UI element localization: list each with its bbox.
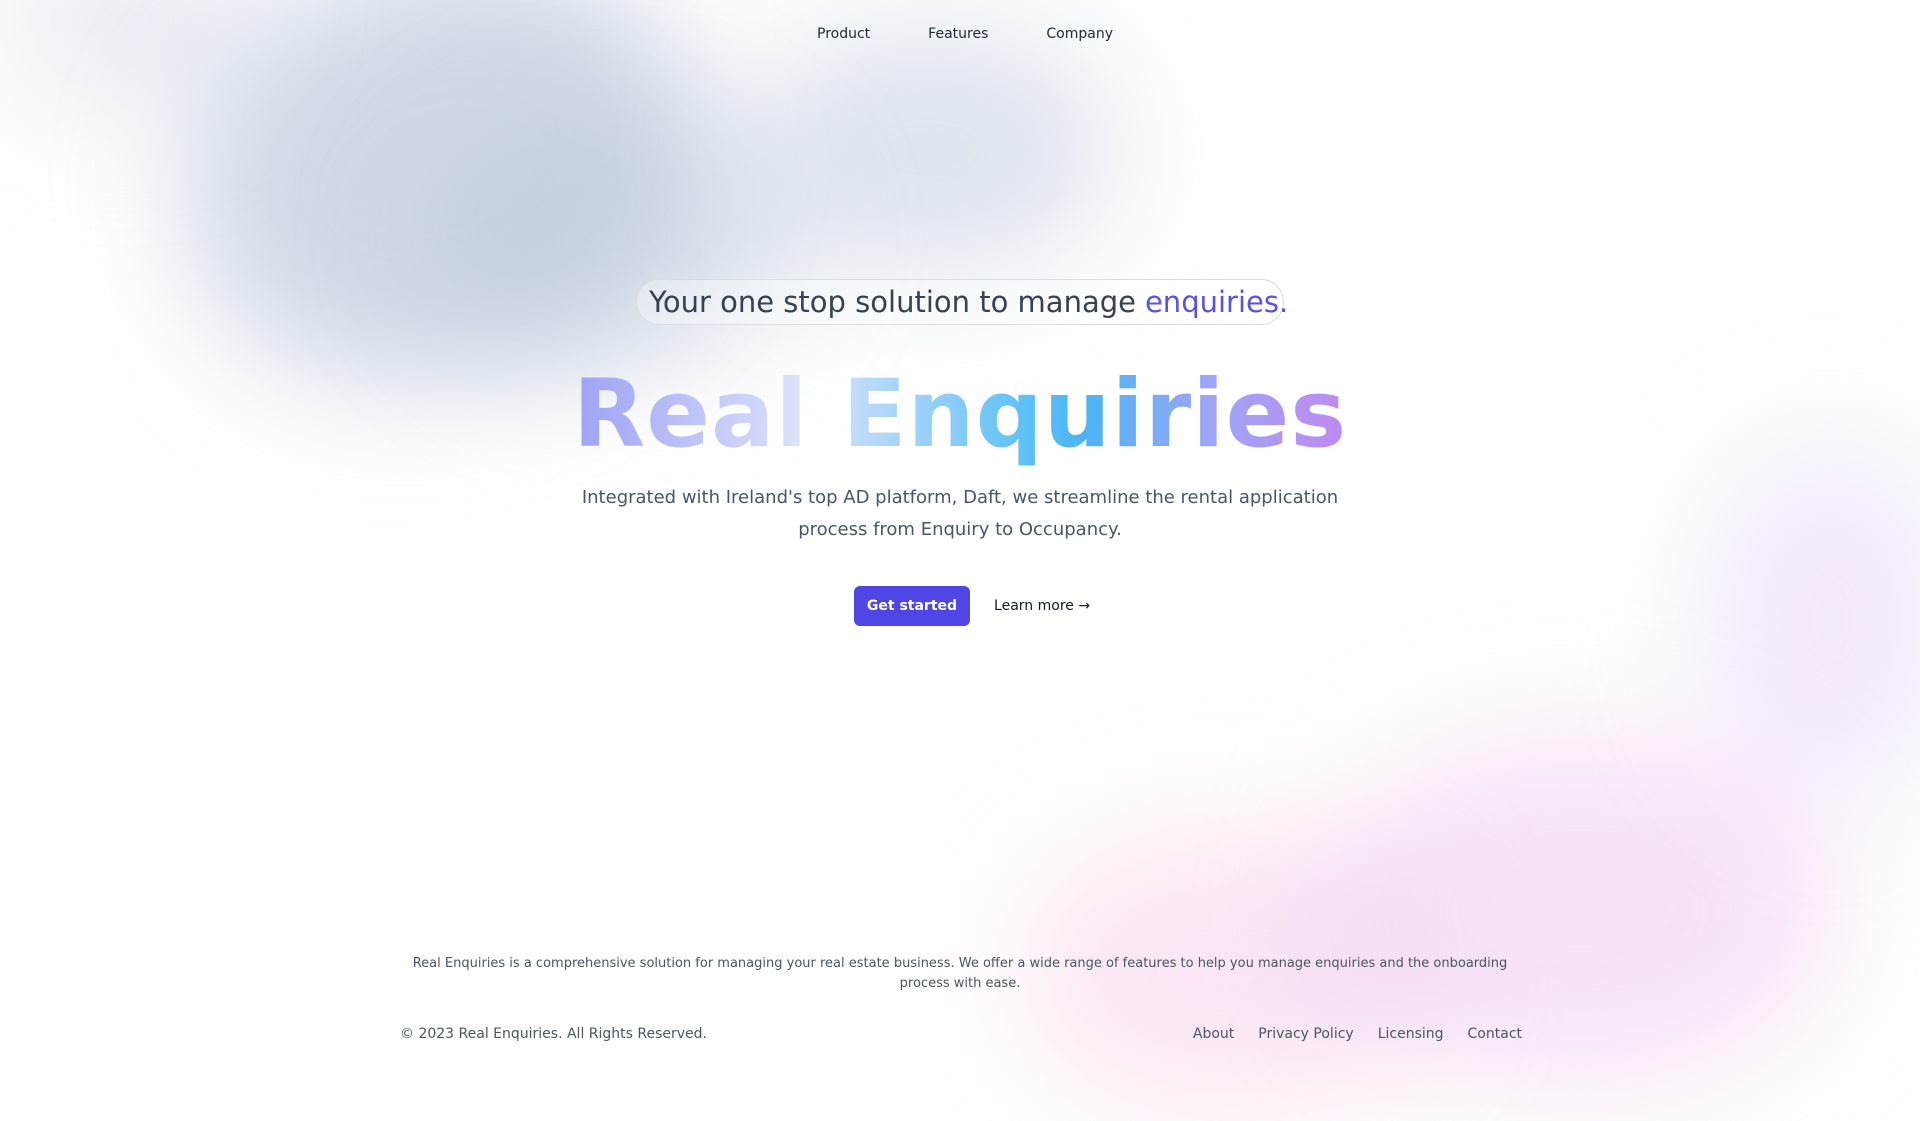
- footer-links: About Privacy Policy Licensing Contact: [1193, 1026, 1522, 1042]
- background-blur: [420, 110, 800, 370]
- hero-subtitle: Integrated with Ireland's top AD platfor…: [581, 487, 1339, 540]
- footer-link-about[interactable]: About: [1193, 1026, 1234, 1042]
- tagline-pill: Your one stop solution to manage enquiri…: [636, 279, 1288, 325]
- nav-item-features[interactable]: Features: [918, 26, 988, 42]
- nav-item-product[interactable]: Product: [807, 26, 870, 42]
- hero-title: Real Enquiries: [0, 355, 1920, 475]
- footer-link-privacy-policy[interactable]: Privacy Policy: [1258, 1026, 1353, 1042]
- footer-link-contact[interactable]: Contact: [1468, 1026, 1522, 1042]
- top-nav: Product Features Company: [0, 26, 1920, 42]
- background-blur: [740, 20, 1120, 280]
- hero-title-text: Real Enquiries: [572, 360, 1348, 469]
- copyright: © 2023 Real Enquiries. All Rights Reserv…: [400, 1026, 708, 1042]
- learn-more-link[interactable]: Learn more →: [994, 598, 1090, 614]
- nav-item-company[interactable]: Company: [1036, 26, 1113, 42]
- tagline-text: Your one stop solution to manage: [649, 285, 1136, 319]
- footer-description: Real Enquiries is a comprehensive soluti…: [412, 956, 1508, 991]
- get-started-button[interactable]: Get started: [853, 586, 971, 626]
- footer-link-licensing[interactable]: Licensing: [1378, 1026, 1444, 1042]
- footer-bottom: © 2023 Real Enquiries. All Rights Reserv…: [400, 1026, 1522, 1042]
- cta-row: Get started Learn more →: [0, 586, 1920, 626]
- tagline-accent: enquiries.: [1144, 285, 1289, 319]
- background-blur: [0, 0, 260, 120]
- landing-page: Product Features Company Your one stop s…: [0, 0, 1920, 1121]
